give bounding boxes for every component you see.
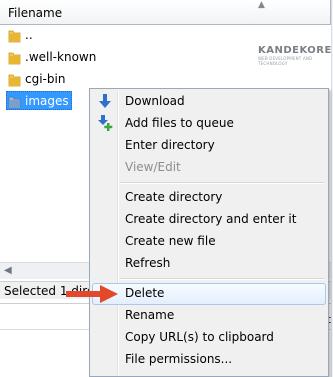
menu-item-enter-directory[interactable]: Enter directory (92, 135, 326, 157)
folder-icon (8, 30, 21, 43)
context-menu: Download Add files to queue Enter direct… (89, 88, 329, 377)
filename-column-header[interactable]: Filename ▲ (0, 0, 331, 25)
file-name: cgi-bin (25, 72, 66, 86)
file-name: .. (25, 28, 33, 42)
menu-item-label: Create new file (125, 234, 216, 248)
menu-item-create-directory-enter[interactable]: Create directory and enter it (92, 209, 326, 231)
menu-item-create-directory[interactable]: Create directory (92, 187, 326, 209)
menu-item-label: Rename (125, 308, 175, 322)
menu-separator (120, 278, 324, 280)
file-row-parent[interactable]: .. (0, 25, 331, 47)
menu-item-refresh[interactable]: Refresh (92, 253, 326, 275)
annotation-arrow-icon (66, 285, 118, 303)
folder-icon (8, 52, 21, 65)
filezilla-remote-pane: Filename ▲ .. .well-known cgi-bin images… (0, 0, 333, 377)
watermark-tagline: WEB DEVELOPMENT AND TECHNOLOGY (258, 56, 313, 66)
menu-item-label: File permissions... (125, 352, 233, 366)
menu-item-label: Refresh (125, 256, 171, 270)
menu-item-delete[interactable]: Delete (92, 283, 326, 305)
menu-item-create-new-file[interactable]: Create new file (92, 231, 326, 253)
folder-icon (8, 96, 21, 109)
scroll-left-icon[interactable]: ◀ (4, 265, 12, 276)
watermark-brand: KANDEKORE (258, 45, 332, 56)
menu-item-view-edit: View/Edit (92, 157, 326, 179)
file-name: .well-known (25, 50, 97, 64)
menu-item-label: Download (125, 94, 185, 108)
folder-icon (8, 74, 21, 87)
menu-item-label: View/Edit (125, 160, 181, 174)
sort-ascending-icon: ▲ (258, 0, 265, 10)
download-arrow-icon (99, 94, 111, 108)
kandekore-watermark-logo: KANDEKORE WEB DEVELOPMENT AND TECHNOLOGY (258, 45, 332, 66)
menu-item-add-to-queue[interactable]: Add files to queue (92, 113, 326, 135)
add-to-queue-icon (98, 115, 113, 131)
menu-item-label: Create directory (125, 190, 223, 204)
menu-separator (120, 182, 324, 184)
menu-item-label: Copy URL(s) to clipboard (125, 330, 274, 344)
menu-item-rename[interactable]: Rename (92, 305, 326, 327)
menu-item-label: Create directory and enter it (125, 212, 297, 226)
menu-item-label: Add files to queue (125, 116, 234, 130)
file-name: images (25, 94, 69, 108)
menu-item-copy-url[interactable]: Copy URL(s) to clipboard (92, 327, 326, 349)
menu-item-download[interactable]: Download (92, 91, 326, 113)
filename-column-label: Filename (8, 6, 63, 20)
menu-item-file-permissions[interactable]: File permissions... (92, 349, 326, 371)
menu-item-label: Enter directory (125, 138, 215, 152)
menu-item-label: Delete (125, 286, 165, 300)
